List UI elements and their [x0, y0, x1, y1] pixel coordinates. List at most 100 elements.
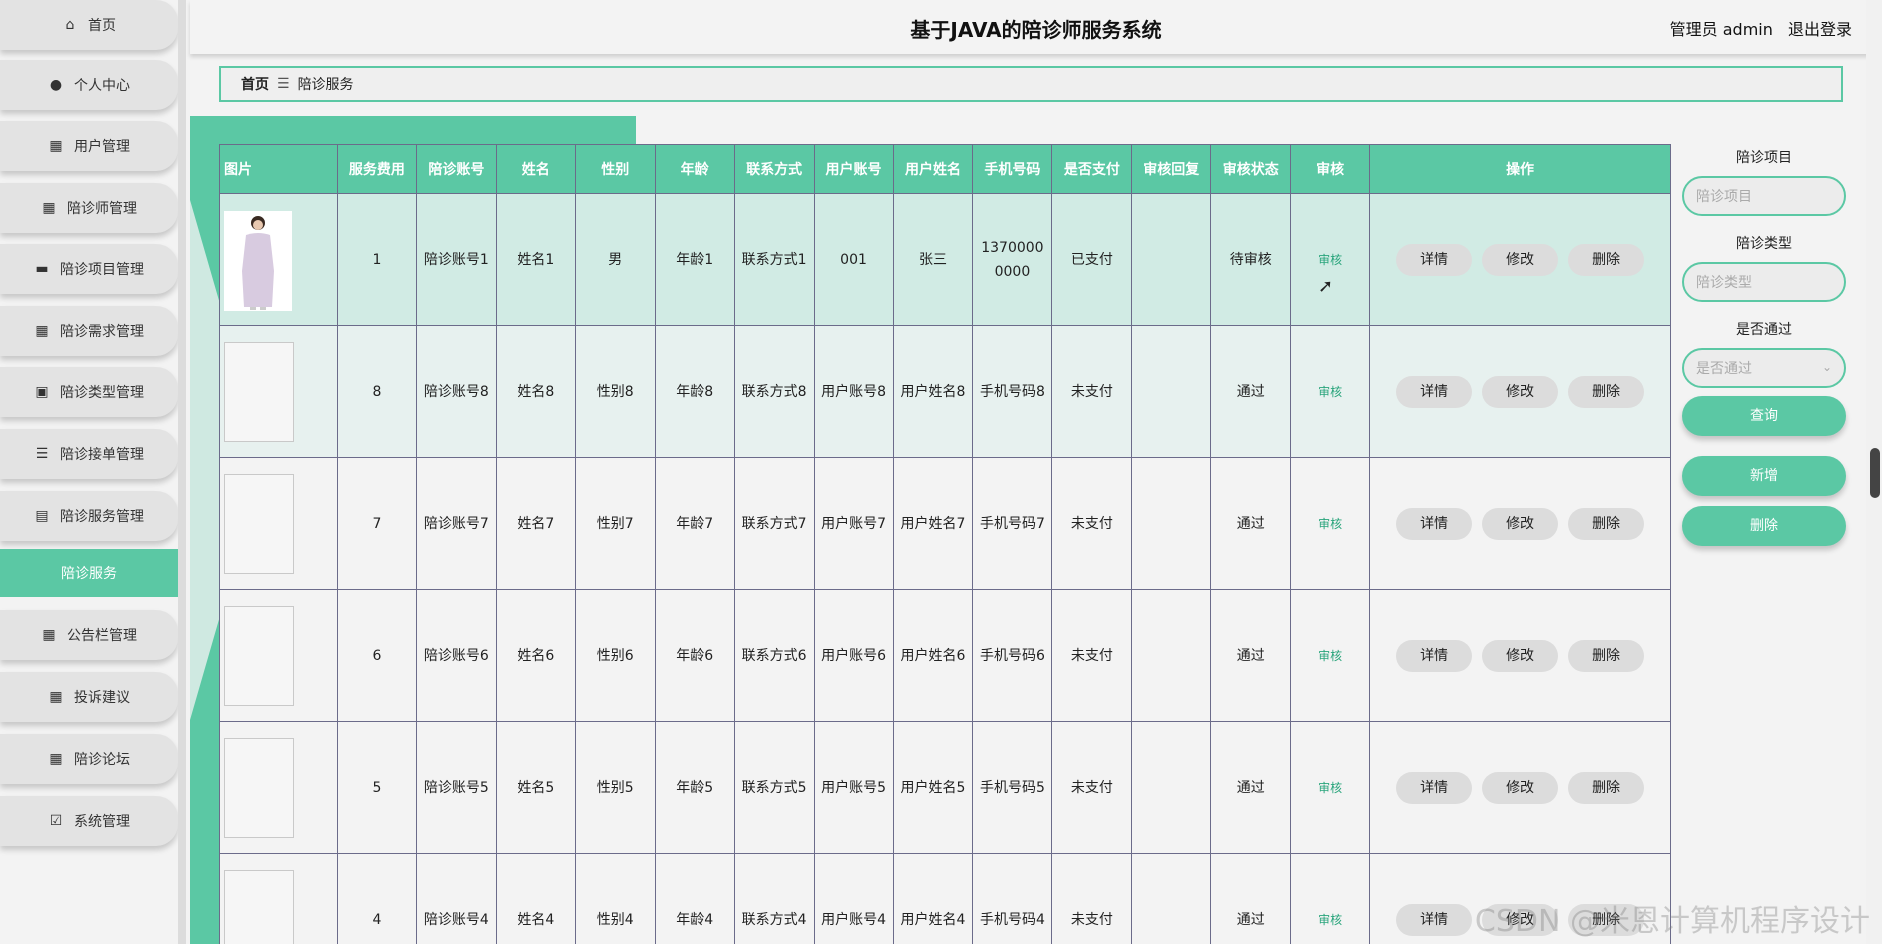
delete-button[interactable]: 删除: [1568, 507, 1645, 540]
table-row[interactable]: 5 陪诊账号5 姓名5 性别5 年龄5 联系方式5 用户账号5 用户姓名5 手机…: [219, 721, 1671, 854]
contact-cell: 联系方式5: [733, 721, 815, 854]
service-photo-placeholder[interactable]: [224, 869, 294, 944]
col-header-account[interactable]: 陪诊账号: [415, 144, 497, 194]
contact-cell: 联系方式7: [733, 457, 815, 590]
detail-button[interactable]: 详情: [1396, 243, 1473, 276]
name-cell: 姓名7: [495, 457, 576, 590]
table-row[interactable]: 1 陪诊账号1 姓名1 男 年龄1 联系方式1 001 张三 137000000…: [219, 193, 1671, 326]
col-header-paid[interactable]: 是否支付: [1051, 144, 1133, 194]
delete-button[interactable]: 删除: [1568, 375, 1645, 408]
service-photo-placeholder[interactable]: [224, 473, 294, 574]
sidebar-item-label: 陪诊师管理: [67, 201, 137, 217]
sidebar-item-notices[interactable]: ▦ 公告栏管理: [0, 610, 178, 660]
sidebar-item-label: 陪诊项目管理: [60, 262, 144, 278]
reply-cell: [1131, 193, 1212, 326]
account-cell: 陪诊账号7: [415, 457, 497, 590]
breadcrumb-home[interactable]: 首页: [241, 74, 269, 94]
sidebar-item-home[interactable]: ⌂ 首页: [0, 0, 178, 50]
nurse-photo-icon: [224, 210, 292, 311]
breadcrumb-current: 陪诊服务: [297, 77, 354, 93]
sidebar-item-demands[interactable]: ▦ 陪诊需求管理: [0, 306, 178, 356]
sidebar-item-users[interactable]: ▦ 用户管理: [0, 121, 178, 171]
sidebar-item-forum[interactable]: ▦ 陪诊论坛: [0, 734, 178, 784]
sidebar-item-service-mgmt[interactable]: ▤ 陪诊服务管理: [0, 491, 178, 541]
chevron-down-icon: ⌄: [1821, 360, 1832, 374]
col-header-user-name[interactable]: 用户姓名: [892, 144, 974, 194]
mouse-pointer-icon: ➚: [1318, 276, 1334, 297]
table-row[interactable]: 4 陪诊账号4 姓名4 性别4 年龄4 联系方式4 用户账号4 用户姓名4 手机…: [219, 853, 1671, 944]
audit-link[interactable]: 审核: [1318, 517, 1342, 531]
edit-button[interactable]: 修改: [1482, 771, 1559, 804]
col-header-name[interactable]: 姓名: [495, 144, 576, 194]
col-header-gender[interactable]: 性别: [574, 144, 656, 194]
edit-button[interactable]: 修改: [1482, 375, 1559, 408]
delete-button[interactable]: 删除: [1568, 771, 1645, 804]
contact-cell: 联系方式8: [733, 325, 815, 458]
col-header-fee[interactable]: 服务费用: [336, 144, 417, 194]
name-cell: 姓名6: [495, 589, 576, 722]
sidebar-item-orders[interactable]: ☰ 陪诊接单管理: [0, 429, 178, 479]
detail-button[interactable]: 详情: [1396, 375, 1473, 408]
detail-button[interactable]: 详情: [1396, 639, 1473, 672]
pass-select[interactable]: 是否通过 ⌄: [1682, 348, 1846, 388]
image-cell: [219, 457, 338, 590]
actions-cell: 详情 修改 删除: [1369, 325, 1671, 458]
fee-cell: 8: [336, 325, 417, 458]
user-icon: ●: [49, 77, 63, 93]
phone-cell: 手机号码8: [972, 325, 1053, 458]
scrollbar-thumb[interactable]: [1870, 448, 1880, 498]
sidebar-item-profile[interactable]: ● 个人中心: [0, 60, 178, 110]
audit-link[interactable]: 审核: [1318, 781, 1342, 795]
project-input[interactable]: 陪诊项目: [1682, 176, 1846, 216]
service-photo-placeholder[interactable]: [224, 737, 294, 838]
service-photo-placeholder[interactable]: [224, 341, 294, 442]
delete-button[interactable]: 删除: [1568, 243, 1645, 276]
col-header-reply[interactable]: 审核回复: [1131, 144, 1212, 194]
table-row[interactable]: 8 陪诊账号8 姓名8 性别8 年龄8 联系方式8 用户账号8 用户姓名8 手机…: [219, 325, 1671, 458]
sidebar-item-system[interactable]: ☑ 系统管理: [0, 796, 178, 846]
table-row[interactable]: 6 陪诊账号6 姓名6 性别6 年龄6 联系方式6 用户账号6 用户姓名6 手机…: [219, 589, 1671, 722]
status-cell: 通过: [1210, 325, 1292, 458]
paid-cell: 未支付: [1051, 325, 1133, 458]
audit-link[interactable]: 审核: [1318, 385, 1342, 399]
grid-icon: ▦: [49, 751, 63, 767]
logout-link[interactable]: 退出登录: [1788, 20, 1852, 39]
table-row[interactable]: 7 陪诊账号7 姓名7 性别7 年龄7 联系方式7 用户账号7 用户姓名7 手机…: [219, 457, 1671, 590]
audit-link[interactable]: 审核: [1318, 253, 1342, 267]
sidebar-item-complaints[interactable]: ▦ 投诉建议: [0, 672, 178, 722]
page-scrollbar[interactable]: [1866, 0, 1882, 944]
type-input[interactable]: 陪诊类型: [1682, 262, 1846, 302]
paid-cell: 未支付: [1051, 589, 1133, 722]
add-button[interactable]: 新增: [1682, 456, 1846, 496]
service-photo-placeholder[interactable]: [224, 605, 294, 706]
audit-link[interactable]: 审核: [1318, 649, 1342, 663]
account-cell: 陪诊账号8: [415, 325, 497, 458]
edit-button[interactable]: 修改: [1482, 507, 1559, 540]
sidebar-item-projects[interactable]: ▬ 陪诊项目管理: [0, 244, 178, 294]
audit-cell: 审核: [1290, 457, 1371, 590]
sidebar-item-escorts[interactable]: ▦ 陪诊师管理: [0, 183, 178, 233]
col-header-phone[interactable]: 手机号码: [972, 144, 1053, 194]
col-header-status[interactable]: 审核状态: [1210, 144, 1292, 194]
edit-button[interactable]: 修改: [1482, 639, 1559, 672]
reply-cell: [1131, 721, 1212, 854]
delete-button[interactable]: 删除: [1568, 639, 1645, 672]
edit-button[interactable]: 修改: [1482, 243, 1559, 276]
service-photo[interactable]: [224, 210, 292, 311]
account-cell: 陪诊账号6: [415, 589, 497, 722]
col-header-age[interactable]: 年龄: [654, 144, 735, 194]
sidebar-item-label: 陪诊论坛: [74, 752, 130, 768]
phone-cell: 手机号码6: [972, 589, 1053, 722]
detail-button[interactable]: 详情: [1396, 771, 1473, 804]
batch-delete-button[interactable]: 删除: [1682, 506, 1846, 546]
detail-button[interactable]: 详情: [1396, 507, 1473, 540]
audit-link[interactable]: 审核: [1318, 913, 1342, 927]
sidebar-item-label: 陪诊类型管理: [60, 385, 144, 401]
sidebar-item-service[interactable]: 陪诊服务: [0, 549, 178, 597]
sidebar-item-label: 系统管理: [74, 814, 130, 830]
detail-button[interactable]: 详情: [1396, 903, 1473, 936]
sidebar-item-types[interactable]: ▣ 陪诊类型管理: [0, 367, 178, 417]
col-header-user-account[interactable]: 用户账号: [813, 144, 894, 194]
col-header-contact[interactable]: 联系方式: [733, 144, 815, 194]
query-button[interactable]: 查询: [1682, 396, 1846, 436]
